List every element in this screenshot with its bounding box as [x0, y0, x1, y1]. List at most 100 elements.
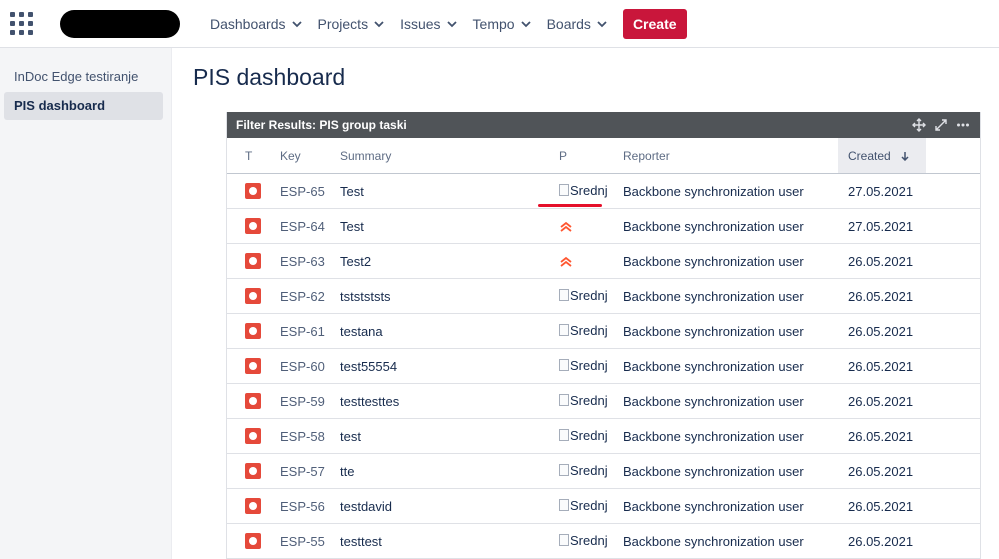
cell-key[interactable]: ESP-64 [280, 208, 340, 244]
priority-alt-text: Srednj [570, 287, 608, 303]
table-row[interactable]: ESP-65 Test Srednj Backbone synchronizat… [227, 173, 980, 209]
logo-redacted[interactable] [60, 10, 180, 38]
cell-key[interactable]: ESP-58 [280, 418, 340, 454]
more-icon[interactable] [956, 118, 970, 132]
cell-type [227, 523, 280, 558]
cell-priority: Srednj [559, 313, 623, 349]
table-row[interactable]: ESP-56 testdavid Srednj Backbone synchro… [227, 488, 980, 524]
cell-created: 26.05.2021 [838, 488, 926, 524]
cell-type [227, 313, 280, 349]
chevron-down-icon [520, 21, 531, 28]
nav-dashboards[interactable]: Dashboards [204, 8, 308, 40]
cell-summary[interactable]: Test [340, 208, 559, 244]
bug-icon [245, 428, 261, 445]
cell-summary[interactable]: test55554 [340, 348, 559, 384]
cell-key[interactable]: ESP-65 [280, 173, 340, 209]
column-header-type[interactable]: T [227, 138, 280, 174]
cell-type [227, 488, 280, 524]
cell-summary[interactable]: testana [340, 313, 559, 349]
bug-icon [245, 323, 261, 340]
gadget-header: Filter Results: PIS group taski [227, 112, 980, 138]
cell-summary[interactable]: testtest [340, 523, 559, 558]
cell-key[interactable]: ESP-59 [280, 383, 340, 419]
table-row[interactable]: ESP-61 testana Srednj Backbone synchroni… [227, 313, 980, 349]
table-row[interactable]: ESP-58 test Srednj Backbone synchronizat… [227, 418, 980, 454]
bug-icon [245, 253, 261, 270]
cell-key[interactable]: ESP-62 [280, 278, 340, 314]
cell-type [227, 278, 280, 314]
cell-created: 26.05.2021 [838, 523, 926, 558]
cell-key[interactable]: ESP-61 [280, 313, 340, 349]
chevron-down-icon [291, 21, 302, 28]
cell-key[interactable]: ESP-57 [280, 453, 340, 489]
broken-image-icon [559, 534, 569, 547]
table-row[interactable]: ESP-62 tststststs Srednj Backbone synchr… [227, 278, 980, 314]
cell-summary[interactable]: Test [340, 173, 559, 209]
nav-tempo-label: Tempo [472, 16, 515, 32]
cell-key[interactable]: ESP-56 [280, 488, 340, 524]
top-navigation: Dashboards Projects Issues Tempo Boards … [0, 0, 999, 48]
sidebar: InDoc Edge testiranje PIS dashboard [0, 48, 172, 559]
sidebar-item-indoc-edge-testiranje[interactable]: InDoc Edge testiranje [4, 63, 163, 91]
table-row[interactable]: ESP-57 tte Srednj Backbone synchronizati… [227, 453, 980, 489]
cell-spacer [926, 208, 980, 244]
table-row[interactable]: ESP-63 Test2 Backbone synchronization us… [227, 243, 980, 279]
cell-type [227, 383, 280, 419]
priority-broken-image: Srednj [559, 463, 608, 478]
cell-spacer [926, 313, 980, 349]
table-row[interactable]: ESP-55 testtest Srednj Backbone synchron… [227, 523, 980, 558]
bug-icon [245, 183, 261, 200]
priority-broken-image: Srednj [559, 393, 608, 408]
cell-summary[interactable]: Test2 [340, 243, 559, 279]
expand-icon[interactable] [934, 118, 948, 132]
chevron-down-icon [597, 21, 607, 28]
priority-broken-image: Srednj [559, 183, 608, 198]
nav-projects[interactable]: Projects [312, 8, 391, 40]
column-header-summary[interactable]: Summary [340, 138, 559, 174]
cell-spacer [926, 453, 980, 489]
table-row[interactable]: ESP-64 Test Backbone synchronization use… [227, 208, 980, 244]
bug-icon [245, 498, 261, 515]
cell-summary[interactable]: test [340, 418, 559, 454]
cell-priority: Srednj [559, 278, 623, 314]
cell-spacer [926, 383, 980, 419]
priority-alt-text: Srednj [570, 322, 608, 338]
cell-key[interactable]: ESP-63 [280, 243, 340, 279]
broken-image-icon [559, 394, 569, 407]
column-header-key[interactable]: Key [280, 138, 340, 174]
app-switcher-grid-icon[interactable] [10, 12, 33, 35]
cell-key[interactable]: ESP-60 [280, 348, 340, 384]
cell-summary[interactable]: testdavid [340, 488, 559, 524]
priority-broken-image: Srednj [559, 323, 608, 338]
priority-alt-text: Srednj [570, 497, 608, 513]
column-header-priority[interactable]: P [559, 138, 623, 174]
cell-created: 26.05.2021 [838, 418, 926, 454]
column-header-created[interactable]: Created [838, 138, 926, 174]
create-button[interactable]: Create [622, 9, 687, 39]
cell-summary[interactable]: tte [340, 453, 559, 489]
table-row[interactable]: ESP-60 test55554 Srednj Backbone synchro… [227, 348, 980, 384]
move-icon[interactable] [912, 118, 926, 132]
priority-broken-image: Srednj [559, 498, 608, 513]
priority-broken-image: Srednj [559, 358, 608, 373]
nav-issues[interactable]: Issues [394, 8, 462, 40]
cell-created: 26.05.2021 [838, 313, 926, 349]
cell-reporter: Backbone synchronization user [623, 243, 838, 279]
nav-dashboards-label: Dashboards [210, 16, 286, 32]
column-header-created-label: Created [848, 148, 891, 163]
cell-spacer [926, 418, 980, 454]
sidebar-item-pis-dashboard[interactable]: PIS dashboard [4, 92, 163, 120]
column-header-reporter[interactable]: Reporter [623, 138, 838, 174]
column-header-spacer [926, 138, 980, 174]
cell-created: 26.05.2021 [838, 453, 926, 489]
nav-boards[interactable]: Boards [541, 8, 613, 40]
cell-summary[interactable]: tststststs [340, 278, 559, 314]
nav-boards-label: Boards [546, 16, 591, 32]
cell-priority: Srednj [559, 453, 623, 489]
cell-priority: Srednj [559, 488, 623, 524]
cell-key[interactable]: ESP-55 [280, 523, 340, 558]
cell-spacer [926, 348, 980, 384]
cell-summary[interactable]: testtesttes [340, 383, 559, 419]
nav-tempo[interactable]: Tempo [467, 8, 537, 40]
table-row[interactable]: ESP-59 testtesttes Srednj Backbone synch… [227, 383, 980, 419]
